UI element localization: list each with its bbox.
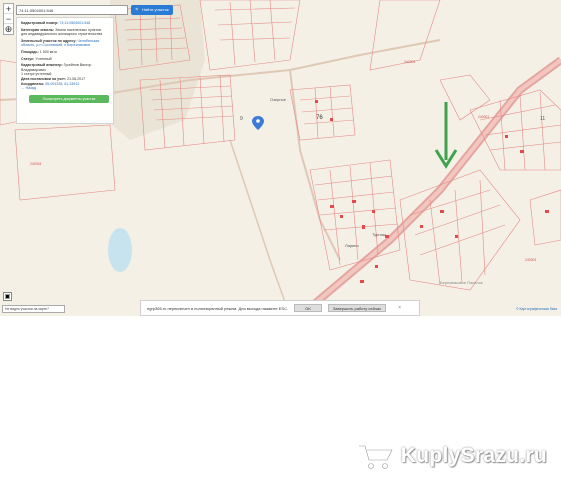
- cadastral-map[interactable]: 76 Озерное Ларино Тургояк 240303 240334 …: [0, 0, 561, 316]
- parcel-not-visible-input[interactable]: Не видно участка на карте?: [2, 305, 65, 313]
- map-label-area-right-1: 240301: [478, 115, 490, 119]
- view-documents-button[interactable]: Посмотреть документы участка: [29, 94, 109, 103]
- parcel-info-panel: Кадастровый номер: 74:11:0504001:546 Кат…: [16, 17, 114, 124]
- map-label-9: 9: [240, 116, 243, 122]
- watermark-text: KuplуSrazu.ru: [400, 444, 547, 467]
- status-label: Статус:: [21, 56, 35, 61]
- exit-now-button[interactable]: Завершить работу сейчас: [327, 304, 387, 312]
- find-parcel-button[interactable]: 🔍 Найти участок: [131, 5, 173, 15]
- map-label-76: 76: [316, 115, 323, 121]
- cadastral-value[interactable]: 74:11:0504001:546: [60, 21, 91, 25]
- cadastral-search-input[interactable]: [16, 5, 128, 15]
- ok-button[interactable]: OK: [294, 304, 322, 312]
- map-attribution[interactable]: © Картографическая база: [516, 307, 557, 311]
- map-label-area-bottom: Березняковое Поселок: [440, 280, 483, 285]
- category-label: Категория земель:: [21, 27, 55, 32]
- back-link[interactable]: ← Назад: [21, 86, 109, 91]
- category-value: Земли населенных пунктов: [55, 27, 101, 32]
- map-label-area-top: 240303: [404, 60, 416, 64]
- map-label-village-larino: Ларино: [345, 243, 359, 248]
- date-label: Дата постановки на учет:: [21, 76, 67, 81]
- search-icon: 🔍: [135, 7, 140, 12]
- layers-icon[interactable]: ▣: [3, 292, 12, 301]
- map-label-area-left: 240334: [30, 162, 42, 166]
- close-icon[interactable]: ×: [398, 305, 401, 311]
- status-value: Учтенный: [35, 56, 52, 61]
- map-label-village-ozernoe: Озерное: [270, 97, 287, 102]
- zoom-in-button[interactable]: +: [4, 4, 13, 14]
- map-label-11: 11: [540, 116, 546, 122]
- coords-value[interactable]: 55.091335, 61.33912: [45, 82, 79, 86]
- address-label: Земельный участок по адресу:: [21, 38, 77, 43]
- fullscreen-notice: egrp365.ru переключен в полноэкранный ре…: [140, 300, 420, 316]
- use-value: для индивидуального жилищного строительс…: [21, 32, 103, 37]
- map-label-village-turgoyak: Тургояк: [372, 232, 386, 237]
- area-label: Площадь:: [21, 49, 39, 54]
- engineer-label: Кадастровый инженер:: [21, 63, 63, 68]
- watermark: KuplуSrazu.ru: [357, 442, 547, 470]
- fullscreen-notice-text: egrp365.ru переключен в полноэкранный ре…: [147, 305, 289, 311]
- date-value: 21.08.2017: [67, 76, 86, 81]
- cart-logo-icon: [358, 444, 394, 469]
- zoom-control: + − ⊕: [3, 3, 14, 35]
- cadastral-label: Кадастровый номер:: [21, 21, 59, 25]
- zoom-out-button[interactable]: −: [4, 14, 13, 24]
- coords-label: Координаты:: [21, 81, 45, 86]
- area-value: 1 500 кв.м: [39, 49, 57, 54]
- search-bar: 🔍 Найти участок: [16, 5, 173, 15]
- map-label-area-right-2: 240303: [525, 258, 537, 262]
- locate-button[interactable]: ⊕: [4, 24, 13, 34]
- back-label: Назад: [25, 86, 36, 91]
- find-parcel-label: Найти участок: [141, 7, 169, 12]
